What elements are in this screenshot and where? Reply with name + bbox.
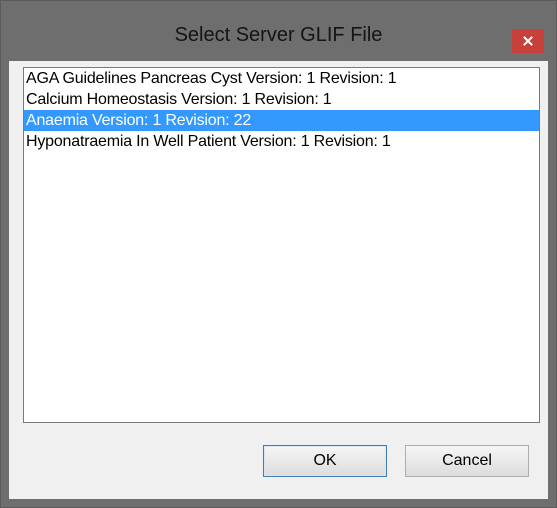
- list-item-selected[interactable]: Anaemia Version: 1 Revision: 22: [24, 110, 539, 131]
- window-frame-left: [1, 61, 9, 507]
- window-frame-right: [548, 61, 556, 507]
- dialog-title: Select Server GLIF File: [174, 24, 383, 46]
- title-bar[interactable]: Select Server GLIF File: [1, 1, 556, 61]
- close-icon: [523, 36, 533, 46]
- dialog-client-area: AGA Guidelines Pancreas Cyst Version: 1 …: [9, 61, 548, 499]
- cancel-button[interactable]: Cancel: [405, 445, 529, 477]
- list-item[interactable]: Hyponatraemia In Well Patient Version: 1…: [24, 131, 539, 152]
- window-frame-bottom: [1, 499, 556, 507]
- close-button[interactable]: [512, 29, 544, 53]
- glif-file-listbox[interactable]: AGA Guidelines Pancreas Cyst Version: 1 …: [23, 67, 540, 423]
- list-item[interactable]: AGA Guidelines Pancreas Cyst Version: 1 …: [24, 68, 539, 89]
- dialog-window: Select Server GLIF File AGA Guidelines P…: [0, 0, 557, 508]
- list-item[interactable]: Calcium Homeostasis Version: 1 Revision:…: [24, 89, 539, 110]
- ok-button[interactable]: OK: [263, 445, 387, 477]
